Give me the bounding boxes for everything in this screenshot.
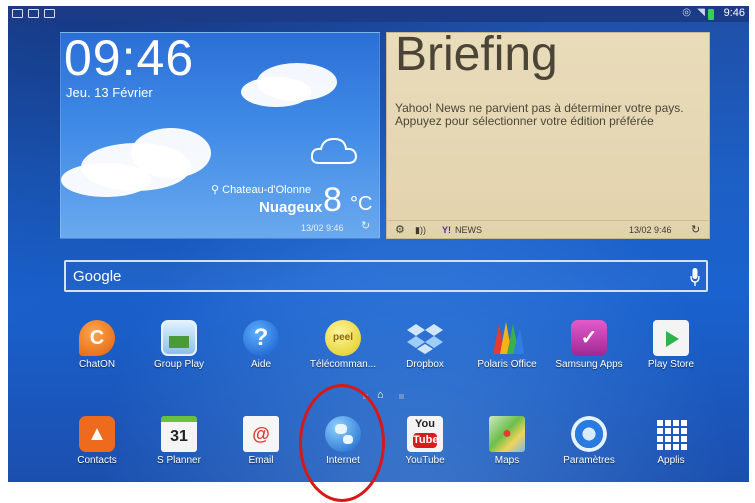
weather-location: ⚲ Chateau-d'Olonne (211, 184, 312, 196)
yahoo-logo-icon: Y! (442, 225, 451, 235)
weather-updated: 13/02 9:46 (301, 223, 344, 233)
app-label: Télécomman... (309, 359, 377, 370)
notification-mail-icon (28, 9, 39, 18)
smart-stay-icon: ◎ (682, 7, 691, 18)
weather-location-label: Chateau-d'Olonne (222, 184, 312, 196)
app-grid-icon (657, 420, 687, 450)
notification-image-icon (12, 9, 23, 18)
app-label: Dropbox (406, 359, 444, 370)
notification-screenshot-icon (44, 9, 55, 18)
dropbox-icon (407, 324, 443, 354)
app-label: ChatON (78, 359, 116, 370)
group-play-image (169, 336, 189, 348)
status-time: 9:46 (723, 7, 745, 19)
app-label: Contacts (77, 455, 117, 466)
clock-date: Jeu. 13 Février (66, 85, 153, 100)
briefing-message[interactable]: Yahoo! News ne parvient pas à déterminer… (395, 102, 695, 128)
contacts-icon: ▲ (79, 416, 115, 452)
app-group-play[interactable]: Group Play (142, 320, 216, 380)
youtube-logo-top: You (415, 418, 435, 430)
app-label: Aide (250, 359, 271, 370)
weather-temperature: 8 (323, 181, 342, 219)
app-label: Email (248, 455, 274, 466)
app-samsung-apps[interactable]: ✓ Samsung Apps (552, 320, 626, 380)
settings-icon[interactable]: ⚙ (395, 223, 405, 236)
weather-condition: Nuageux (259, 199, 323, 216)
youtube-icon: You Tube (407, 416, 443, 452)
email-icon: @ (243, 416, 279, 452)
briefing-updated: 13/02 9:46 (629, 225, 672, 235)
app-applis[interactable]: Applis (634, 416, 708, 476)
settings-gear-icon (571, 416, 607, 452)
app-contacts[interactable]: ▲ Contacts (60, 416, 134, 476)
youtube-logo-bottom: Tube (413, 433, 439, 448)
cloud-image (241, 77, 311, 107)
app-s-planner[interactable]: 31 S Planner (142, 416, 216, 476)
app-label: S Planner (157, 455, 201, 466)
app-aide[interactable]: ? Aide (224, 320, 298, 380)
app-email[interactable]: @ Email (224, 416, 298, 476)
app-label: Samsung Apps (555, 359, 623, 370)
help-icon: ? (243, 320, 279, 356)
app-parametres[interactable]: Paramètres (552, 416, 626, 476)
speaker-icon[interactable]: ▮)) (415, 225, 426, 236)
app-chaton[interactable]: C ChatON (60, 320, 134, 380)
battery-icon (708, 9, 714, 20)
chaton-icon: C (79, 320, 115, 356)
app-label: Applis (657, 455, 685, 466)
status-bar: ◎ ◥ 9:46 (8, 6, 749, 22)
app-label: Maps (494, 455, 520, 466)
search-label: Google (73, 268, 122, 285)
play-store-icon (653, 320, 689, 356)
microphone-icon[interactable] (690, 267, 700, 287)
home-screen: ◎ ◥ 9:46 09:46 Jeu. 13 Février ⚲ Chateau… (8, 6, 749, 482)
cloud-weather-icon (310, 137, 358, 164)
peel-remote-icon: peel (325, 320, 361, 356)
briefing-widget[interactable]: Briefing Yahoo! News ne parvient pas à d… (386, 28, 710, 239)
cloud-image (61, 163, 151, 197)
calendar-icon: 31 (161, 416, 197, 452)
map-pin-icon: ● (502, 425, 512, 442)
refresh-icon[interactable]: ↻ (361, 219, 370, 232)
highlight-circle (299, 384, 385, 502)
briefing-footer: ⚙ ▮)) Y! NEWS 13/02 9:46 ↻ (387, 220, 709, 239)
wifi-icon: ◥ (697, 7, 705, 18)
clock-time: 09:46 (64, 32, 195, 86)
app-dropbox[interactable]: Dropbox (388, 320, 462, 380)
app-polaris-office[interactable]: Polaris Office (470, 320, 544, 380)
refresh-icon[interactable]: ↻ (691, 223, 700, 236)
polaris-office-icon (493, 322, 524, 354)
home-icon[interactable]: ⌂ (377, 389, 384, 401)
app-label: Play Store (647, 359, 695, 370)
google-search-bar[interactable]: Google (64, 260, 708, 292)
page-dot[interactable] (399, 394, 404, 399)
clock-weather-widget[interactable]: 09:46 Jeu. 13 Février ⚲ Chateau-d'Olonne… (60, 32, 380, 239)
play-triangle-icon (666, 331, 679, 347)
app-maps[interactable]: ● Maps (470, 416, 544, 476)
app-label: Group Play (153, 359, 205, 370)
maps-icon: ● (489, 416, 525, 452)
app-label: Polaris Office (477, 359, 537, 370)
app-label: YouTube (405, 455, 445, 466)
briefing-title: Briefing (395, 28, 558, 81)
group-play-icon (161, 320, 197, 356)
app-youtube[interactable]: You Tube YouTube (388, 416, 462, 476)
weather-unit: °C (350, 193, 373, 215)
news-label: NEWS (455, 225, 482, 235)
app-telecommande[interactable]: peel Télécomman... (306, 320, 380, 380)
app-label: Paramètres (563, 455, 615, 466)
app-play-store[interactable]: Play Store (634, 320, 708, 380)
samsung-apps-icon: ✓ (571, 320, 607, 356)
